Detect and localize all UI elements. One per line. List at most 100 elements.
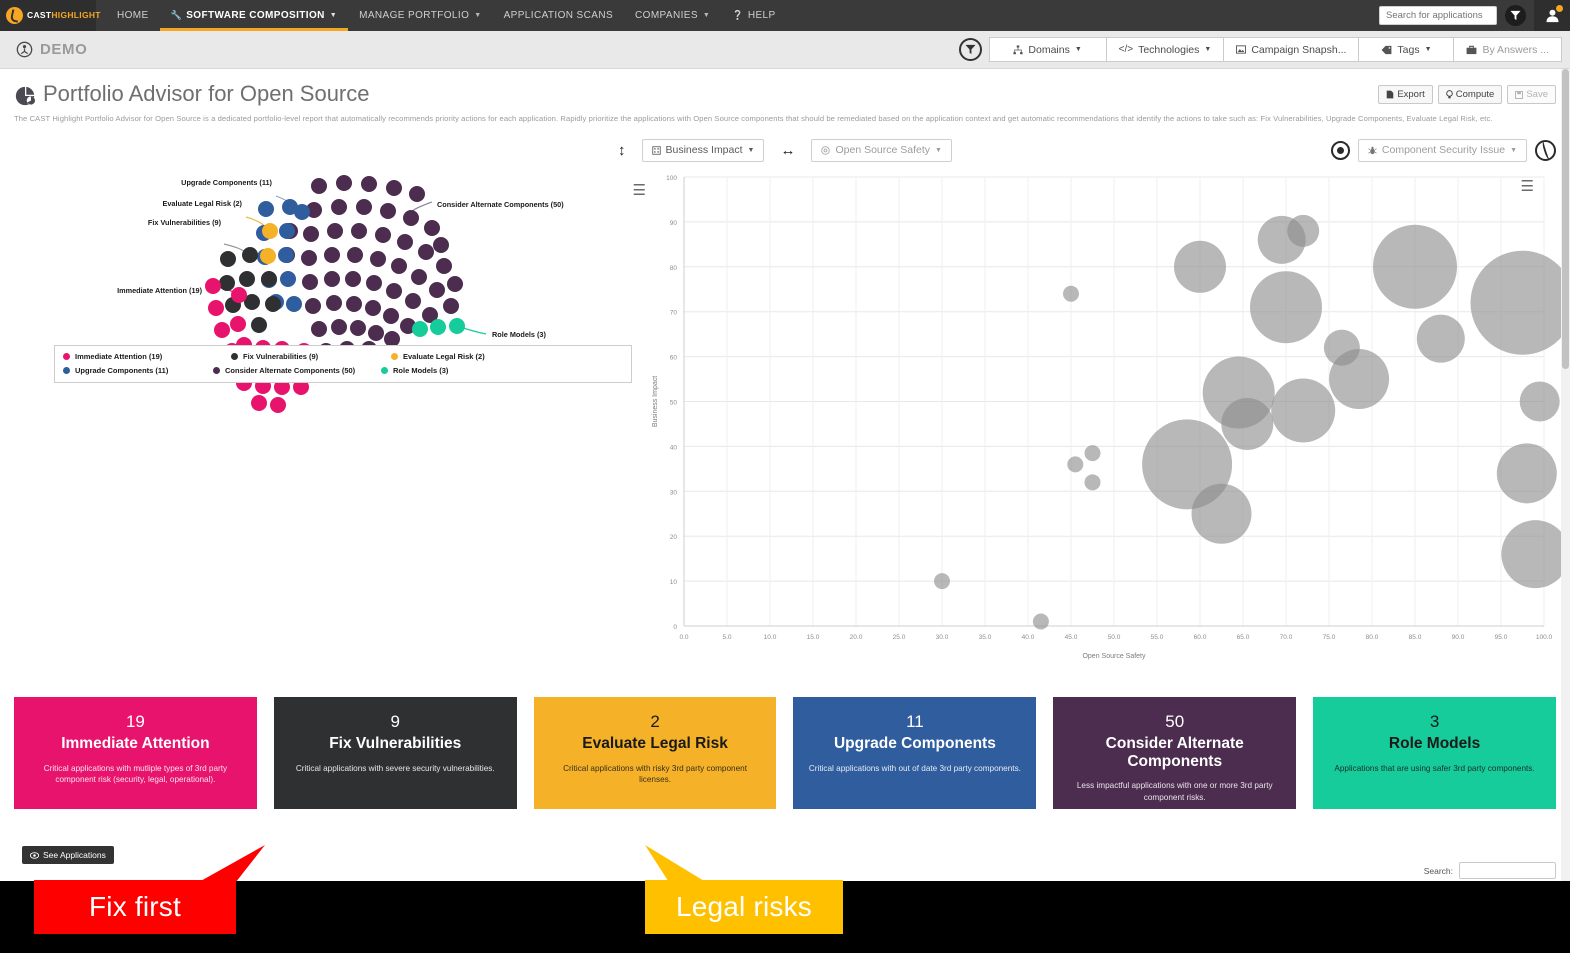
filter-label: Campaign Snapsh... [1251, 43, 1347, 56]
filter-tags[interactable]: Tags ▼ [1358, 37, 1454, 62]
svg-text:95.0: 95.0 [1495, 634, 1508, 641]
svg-text:70: 70 [670, 310, 678, 317]
legend-label: Consider Alternate Components (50) [225, 366, 356, 376]
filter-technologies[interactable]: </> Technologies ▼ [1105, 37, 1224, 62]
card-description: Applications that are using safer 3rd pa… [1334, 763, 1535, 773]
x-axis-selector[interactable]: Open Source Safety ▼ [811, 138, 952, 162]
save-icon [1515, 90, 1524, 99]
wrench-icon: 🔧 [170, 10, 183, 20]
chevron-down-icon: ▼ [1074, 46, 1082, 53]
svg-text:40: 40 [670, 445, 678, 452]
navbar-filter-button[interactable] [1505, 5, 1526, 26]
chevron-down-icon: ▼ [1204, 46, 1212, 53]
svg-text:20.0: 20.0 [850, 634, 863, 641]
target-icon[interactable] [1330, 140, 1350, 160]
legend-item-immediate-attention[interactable]: Immediate Attention (19) [63, 352, 231, 361]
search-label: Search: [1423, 865, 1453, 876]
bubble-size-controls: Component Security Issue ▼ [1330, 138, 1556, 162]
chevron-down-icon: ▼ [474, 12, 482, 19]
card-evaluate-legal-risk[interactable]: 2 Evaluate Legal Risk Critical applicati… [533, 697, 777, 810]
chart-axis-controls: ↕ Business Impact ▼ ↔ Open Source Safety… [14, 135, 1556, 165]
legend-item-fix-vulnerabilities[interactable]: Fix Vulnerabilities (9) [231, 352, 391, 361]
scatter-plot[interactable]: 0 10 20 30 40 50 60 70 80 90 100 0.0 5.0 10.0 15.0 20.0… [646, 169, 1570, 674]
filter-toolbar: Domains ▼ </> Technologies ▼ Campaign Sn… [958, 37, 1562, 62]
button-label: Export [1397, 89, 1425, 100]
filter-label: By Answers ... [1482, 43, 1549, 56]
compute-button[interactable]: Compute [1437, 85, 1503, 104]
nav-item-home[interactable]: HOME [106, 0, 160, 31]
filter-campaign-snapshot[interactable]: Campaign Snapsh... [1223, 37, 1359, 62]
nav-item-software-composition[interactable]: 🔧 SOFTWARE COMPOSITION ▼ [159, 0, 349, 31]
legend-label: Evaluate Legal Risk (2) [403, 352, 485, 362]
legend-label: Immediate Attention (19) [75, 352, 163, 362]
globe-outline-icon[interactable] [1535, 139, 1556, 161]
leftright-arrow-icon: ↔ [780, 141, 796, 159]
legend-label: Upgrade Components (11) [75, 366, 169, 376]
svg-text:0.0: 0.0 [679, 634, 688, 641]
globe-icon [16, 41, 33, 58]
user-menu-button[interactable] [1534, 0, 1570, 31]
card-count: 2 [650, 712, 660, 732]
nav-item-label: HOME [117, 10, 149, 21]
filter-by-answers[interactable]: By Answers ... [1453, 37, 1562, 62]
navbar-right [1379, 0, 1570, 31]
arc-chart-legend: Immediate Attention (19) Fix Vulnerabili… [54, 345, 632, 384]
legend-item-consider-alternate-components[interactable]: Consider Alternate Components (50) [213, 366, 381, 375]
card-fix-vulnerabilities[interactable]: 9 Fix Vulnerabilities Critical applicati… [273, 697, 517, 810]
svg-text:80.0: 80.0 [1366, 634, 1379, 641]
svg-text:25.0: 25.0 [893, 634, 906, 641]
filter-toggle-button[interactable] [958, 38, 982, 61]
card-description: Critical applications with out of date 3… [808, 763, 1021, 773]
card-count: 50 [1165, 712, 1185, 732]
card-immediate-attention[interactable]: 19 Immediate Attention Critical applicat… [14, 697, 257, 810]
annotation-text: Fix first [88, 891, 181, 922]
funnel-icon [1510, 10, 1521, 21]
card-consider-alternate-components[interactable]: 50 Consider Alternate Components Less im… [1053, 697, 1297, 810]
funnel-icon [965, 44, 976, 55]
svg-text:10.0: 10.0 [764, 634, 777, 641]
pie-chart-icon [15, 86, 36, 106]
workspace-bar: DEMO Domains ▼ </> Technologies ▼ Campai… [0, 31, 1570, 69]
card-upgrade-components[interactable]: 11 Upgrade Components Critical applicati… [793, 697, 1037, 810]
arc-label-fix-vulnerabilities: Fix Vulnerabilities (9) [148, 218, 222, 227]
svg-text:10: 10 [670, 580, 678, 587]
arc-label-consider-alternate: Consider Alternate Components (50) [437, 200, 564, 209]
building-icon [651, 146, 661, 155]
card-title: Consider Alternate Components [1105, 735, 1244, 770]
nav-item-manage-portfolio[interactable]: MANAGE PORTFOLIO ▼ [348, 0, 492, 31]
nav-item-application-scans[interactable]: APPLICATION SCANS [493, 0, 624, 31]
y-axis-label: Business Impact [665, 144, 743, 157]
legend-item-evaluate-legal-risk[interactable]: Evaluate Legal Risk (2) [391, 352, 546, 361]
brand-logo-block[interactable]: CASTHIGHLIGHT [0, 0, 100, 31]
chevron-down-icon: ▼ [329, 12, 338, 19]
card-role-models[interactable]: 3 Role Models Applications that are usin… [1313, 697, 1556, 810]
svg-text:90: 90 [670, 220, 678, 227]
y-axis-selector[interactable]: Business Impact ▼ [641, 138, 765, 162]
legend-color-dot [381, 367, 388, 375]
arc-label-immediate-attention: Immediate Attention (19) [117, 286, 202, 295]
card-title: Upgrade Components [833, 735, 996, 753]
table-search-input[interactable] [1459, 862, 1556, 879]
arc-label-role-models: Role Models (3) [492, 330, 546, 339]
filter-domains[interactable]: Domains ▼ [988, 37, 1106, 62]
card-title: Fix Vulnerabilities [329, 735, 462, 753]
svg-text:40.0: 40.0 [1022, 634, 1035, 641]
save-button[interactable]: Save [1507, 85, 1556, 104]
bubble-metric-selector[interactable]: Component Security Issue ▼ [1357, 138, 1527, 162]
svg-text:85.0: 85.0 [1409, 634, 1422, 641]
nav-item-companies[interactable]: COMPANIES ▼ [624, 0, 721, 31]
export-button[interactable]: Export [1378, 85, 1433, 104]
workspace-selector[interactable]: DEMO [8, 41, 87, 58]
card-count: 9 [390, 712, 400, 732]
legend-item-role-models[interactable]: Role Models (3) [381, 366, 541, 375]
legend-item-upgrade-components[interactable]: Upgrade Components (11) [63, 366, 213, 375]
tag-icon [1381, 45, 1392, 54]
svg-text:45.0: 45.0 [1065, 634, 1078, 641]
scrollbar-thumb[interactable] [1562, 69, 1569, 369]
svg-text:Open Source Safety: Open Source Safety [1082, 653, 1146, 660]
code-icon: </> [1118, 44, 1134, 55]
search-input[interactable] [1379, 6, 1497, 25]
page-scrollbar[interactable] [1561, 69, 1570, 881]
nav-item-help[interactable]: ❔ HELP [721, 0, 786, 31]
svg-text:0: 0 [673, 624, 677, 631]
